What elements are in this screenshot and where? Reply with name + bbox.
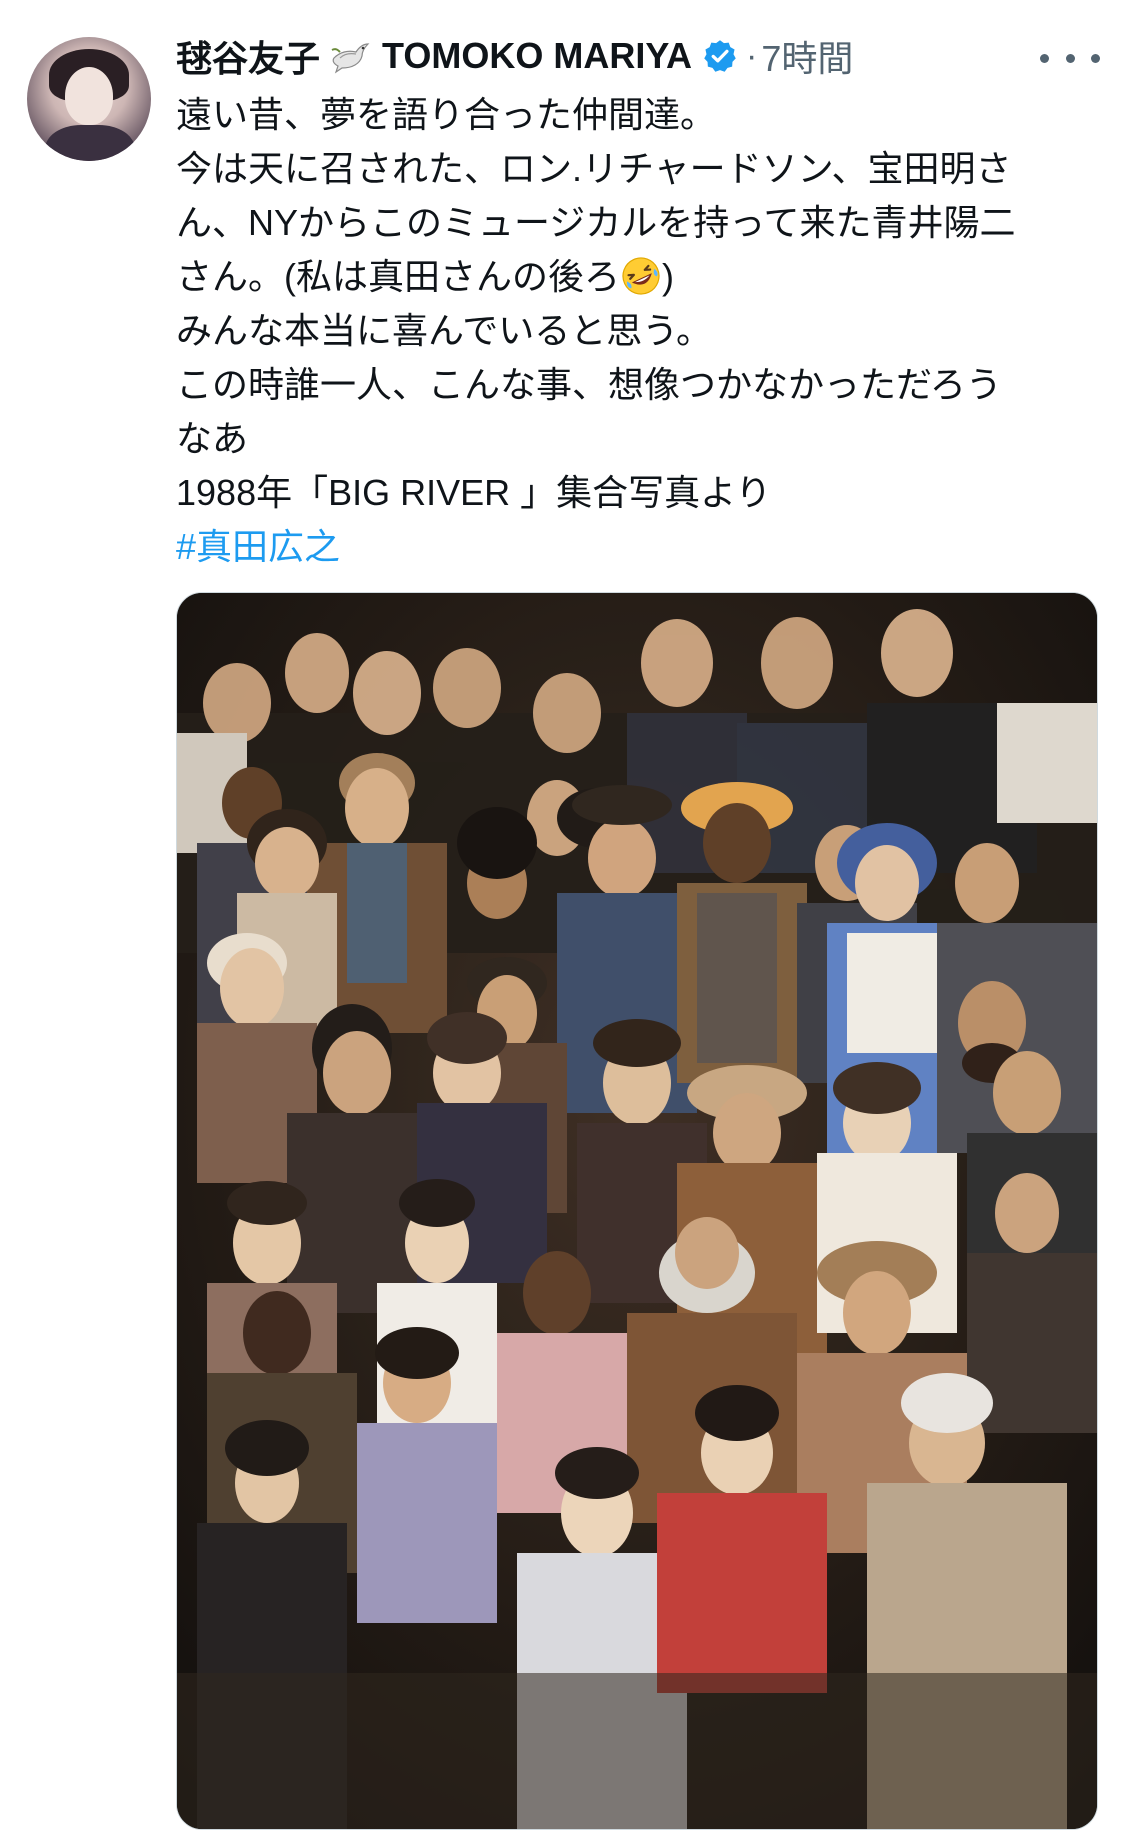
handle-name[interactable]: TOMOKO MARIYA [382,35,692,77]
group-photo-illustration [177,593,1097,1829]
more-dot-icon [1091,53,1100,63]
tweet-text: 遠い昔、夢を語り合った仲間達。 今は天に召された、ロン.リチャードソン、宝田明さ… [176,88,1096,574]
hashtag-link[interactable]: #真田広之 [176,520,1096,574]
more-dot-icon [1040,53,1049,63]
avatar-face [65,67,113,125]
more-dot-icon [1065,53,1075,63]
tweet-text-line-with-emoji: さん。(私は真田さんの後ろ ) [176,250,1096,304]
tweet[interactable]: 毬谷友子 TOMOKO MARIYA · 7時間 遠い昔、夢を語り合った仲間達。… [0,0,1125,1838]
more-options-icon[interactable] [1040,40,1100,76]
tweet-text-line: この時誰一人、こんな事、想像つかなかっただろう [176,364,1002,405]
tweet-text-line: なあ [176,418,249,459]
display-name[interactable]: 毬谷友子 [176,30,320,82]
tweet-text-line: 今は天に召された、ロン.リチャードソン、宝田明さ [176,148,1012,189]
tweet-text-segment: ) [662,256,674,297]
tweet-text-line: みんな本当に喜んでいると思う。 [176,310,713,351]
verified-badge-icon [702,38,738,74]
tweet-header: 毬谷友子 TOMOKO MARIYA · 7時間 [176,30,853,82]
tweet-text-line: 遠い昔、夢を語り合った仲間達。 [176,94,717,135]
avatar-body [45,125,135,161]
tweet-text-line: 1988年「BIG RIVER 」集合写真より [176,472,772,513]
tweet-text-segment: さん。(私は真田さんの後ろ [176,256,620,297]
tweet-photo[interactable] [176,592,1098,1830]
separator-dot: · [746,36,758,75]
dove-icon [330,38,370,74]
rolling-on-floor-laughing-emoji-icon [620,255,662,297]
timestamp[interactable]: 7時間 [761,30,853,82]
tweet-text-line: ん、NYからこのミュージカルを持って来た青井陽二 [176,202,1016,243]
avatar[interactable] [27,37,151,161]
